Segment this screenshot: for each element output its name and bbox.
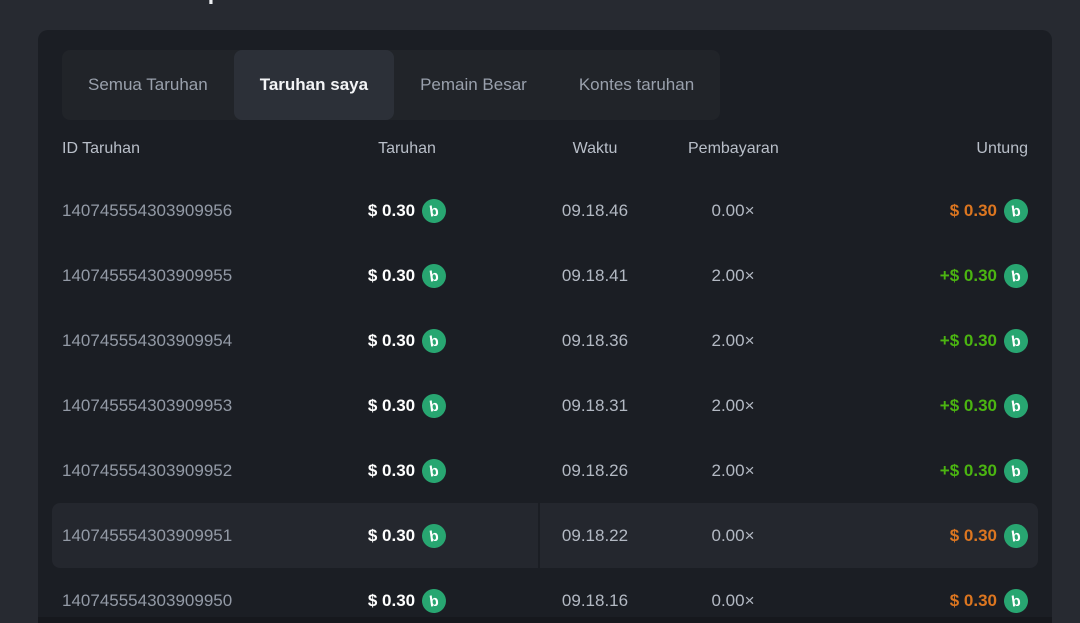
tab-semua-taruhan[interactable]: Semua Taruhan bbox=[62, 50, 234, 120]
bet-time-cell: 09.18.31 bbox=[502, 396, 688, 416]
profit-amount: +$ 0.30 bbox=[940, 461, 997, 481]
bet-amount: $ 0.30 bbox=[368, 331, 415, 351]
table-row[interactable]: 140745554303909952$ 0.30b09.18.262.00×+$… bbox=[62, 438, 1028, 503]
bet-id-cell: 140745554303909952 bbox=[62, 461, 312, 481]
table-row[interactable]: 140745554303909956$ 0.30b09.18.460.00×$ … bbox=[62, 178, 1028, 243]
profit-cell: $ 0.30b bbox=[778, 524, 1028, 548]
card-bottom-edge bbox=[38, 617, 1052, 623]
coin-icon: b bbox=[421, 522, 448, 549]
tab-kontes-taruhan[interactable]: Kontes taruhan bbox=[553, 50, 720, 120]
profit-cell: $ 0.30b bbox=[778, 589, 1028, 613]
bet-time-cell: 09.18.26 bbox=[502, 461, 688, 481]
profit-cell: $ 0.30b bbox=[778, 199, 1028, 223]
profit-amount: +$ 0.30 bbox=[940, 331, 997, 351]
profit-amount: +$ 0.30 bbox=[940, 396, 997, 416]
profit-amount: $ 0.30 bbox=[950, 591, 997, 611]
tab-taruhan-saya[interactable]: Taruhan saya bbox=[234, 50, 394, 120]
profit-amount: $ 0.30 bbox=[950, 526, 997, 546]
coin-icon: b bbox=[421, 262, 448, 289]
bet-amount-cell: $ 0.30 b bbox=[312, 394, 502, 418]
coin-icon: b bbox=[421, 457, 448, 484]
coin-icon: b bbox=[1002, 262, 1029, 289]
profit-cell: +$ 0.30b bbox=[778, 264, 1028, 288]
bet-id-cell: 140745554303909955 bbox=[62, 266, 312, 286]
column-header-id-taruhan: ID Taruhan bbox=[62, 140, 312, 158]
bet-time-cell: 09.18.46 bbox=[502, 201, 688, 221]
bet-time-cell: 09.18.41 bbox=[502, 266, 688, 286]
bet-time-cell: 09.18.16 bbox=[502, 591, 688, 611]
table-body: 140745554303909956$ 0.30b09.18.460.00×$ … bbox=[62, 178, 1028, 623]
bet-id-cell: 140745554303909954 bbox=[62, 331, 312, 351]
bet-amount-cell: $ 0.30 b bbox=[312, 524, 502, 548]
coin-icon: b bbox=[1002, 327, 1029, 354]
bets-card: Semua TaruhanTaruhan sayaPemain BesarKon… bbox=[38, 30, 1052, 623]
coin-icon: b bbox=[1002, 197, 1029, 224]
coin-icon: b bbox=[1002, 457, 1029, 484]
bet-amount-cell: $ 0.30 b bbox=[312, 199, 502, 223]
table-row[interactable]: 140745554303909951$ 0.30b09.18.220.00×$ … bbox=[52, 503, 1038, 568]
payout-multiplier-cell: 2.00× bbox=[688, 331, 778, 351]
bet-time-cell: 09.18.36 bbox=[502, 331, 688, 351]
coin-icon: b bbox=[421, 392, 448, 419]
page-title: Taruhan & Balapan terbaru bbox=[38, 0, 337, 5]
bet-time-cell: 09.18.22 bbox=[502, 526, 688, 546]
column-header-waktu: Waktu bbox=[502, 140, 688, 158]
coin-icon: b bbox=[1002, 522, 1029, 549]
column-header-taruhan: Taruhan bbox=[312, 140, 502, 158]
page: Taruhan & Balapan terbaru Semua TaruhanT… bbox=[0, 0, 1080, 623]
coin-icon: b bbox=[1002, 392, 1029, 419]
bet-id-cell: 140745554303909956 bbox=[62, 201, 312, 221]
profit-cell: +$ 0.30b bbox=[778, 329, 1028, 353]
bet-amount: $ 0.30 bbox=[368, 591, 415, 611]
column-header-untung: Untung bbox=[778, 140, 1028, 158]
coin-icon: b bbox=[421, 587, 448, 614]
bet-amount-cell: $ 0.30 b bbox=[312, 589, 502, 613]
payout-multiplier-cell: 2.00× bbox=[688, 461, 778, 481]
bet-amount-cell: $ 0.30 b bbox=[312, 459, 502, 483]
tab-pemain-besar[interactable]: Pemain Besar bbox=[394, 50, 553, 120]
profit-cell: +$ 0.30b bbox=[778, 394, 1028, 418]
table-header-row: ID TaruhanTaruhanWaktuPembayaranUntung bbox=[62, 120, 1028, 178]
payout-multiplier-cell: 0.00× bbox=[688, 526, 778, 546]
coin-icon: b bbox=[421, 327, 448, 354]
bet-amount: $ 0.30 bbox=[368, 526, 415, 546]
payout-multiplier-cell: 0.00× bbox=[688, 591, 778, 611]
bet-amount: $ 0.30 bbox=[368, 201, 415, 221]
bet-id-cell: 140745554303909953 bbox=[62, 396, 312, 416]
coin-icon: b bbox=[421, 197, 448, 224]
payout-multiplier-cell: 2.00× bbox=[688, 266, 778, 286]
bet-amount: $ 0.30 bbox=[368, 266, 415, 286]
bet-amount: $ 0.30 bbox=[368, 461, 415, 481]
table-row[interactable]: 140745554303909950$ 0.30b09.18.160.00×$ … bbox=[62, 568, 1028, 623]
bets-tab-bar: Semua TaruhanTaruhan sayaPemain BesarKon… bbox=[62, 50, 720, 120]
profit-amount: $ 0.30 bbox=[950, 201, 997, 221]
bet-id-cell: 140745554303909950 bbox=[62, 591, 312, 611]
table-row[interactable]: 140745554303909953$ 0.30b09.18.312.00×+$… bbox=[62, 373, 1028, 438]
coin-icon: b bbox=[1002, 587, 1029, 614]
profit-amount: +$ 0.30 bbox=[940, 266, 997, 286]
table-row[interactable]: 140745554303909954$ 0.30b09.18.362.00×+$… bbox=[62, 308, 1028, 373]
payout-multiplier-cell: 2.00× bbox=[688, 396, 778, 416]
bet-amount: $ 0.30 bbox=[368, 396, 415, 416]
payout-multiplier-cell: 0.00× bbox=[688, 201, 778, 221]
column-header-pembayaran: Pembayaran bbox=[688, 140, 778, 158]
profit-cell: +$ 0.30b bbox=[778, 459, 1028, 483]
table-row[interactable]: 140745554303909955$ 0.30b09.18.412.00×+$… bbox=[62, 243, 1028, 308]
bet-amount-cell: $ 0.30 b bbox=[312, 329, 502, 353]
bet-id-cell: 140745554303909951 bbox=[62, 526, 312, 546]
bet-amount-cell: $ 0.30 b bbox=[312, 264, 502, 288]
